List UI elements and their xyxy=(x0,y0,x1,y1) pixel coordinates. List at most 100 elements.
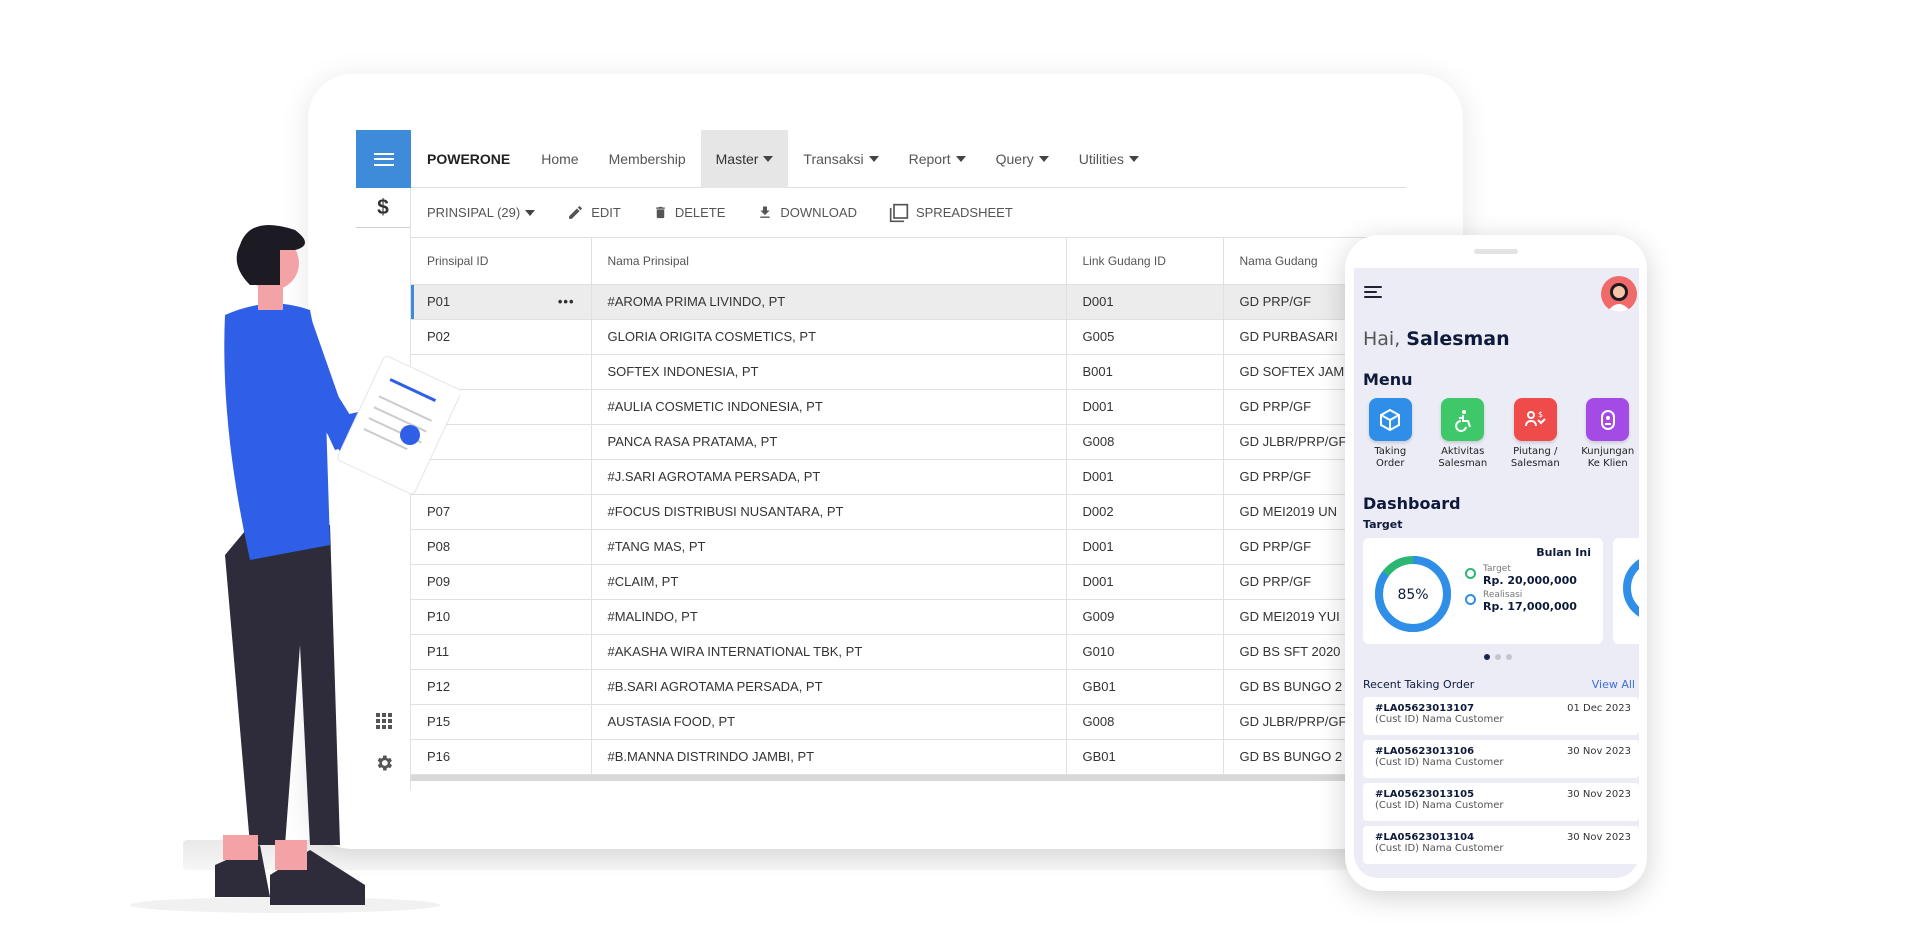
prinsipal-dropdown[interactable]: PRINSIPAL (29) xyxy=(411,205,551,220)
table-cell: AUSTASIA FOOD, PT xyxy=(591,704,1067,740)
column-header[interactable]: Link Gudang ID xyxy=(1066,238,1224,285)
table-cell: G008 xyxy=(1066,704,1224,740)
cell-text: D001 xyxy=(1082,399,1114,414)
nav-membership[interactable]: Membership xyxy=(594,130,701,188)
more-options-icon[interactable]: ••• xyxy=(558,294,575,309)
phone-menu-item[interactable]: Aktivitas Salesman xyxy=(1427,398,1500,470)
order-item[interactable]: #LA05623013107 (Cust ID) Nama Customer 01 … xyxy=(1363,697,1639,735)
dollar-icon[interactable]: $ xyxy=(356,188,410,228)
column-header[interactable]: Nama Prinsipal xyxy=(591,238,1067,285)
cell-text: AUSTASIA FOOD, PT xyxy=(607,714,736,729)
nav-label: Query xyxy=(995,150,1034,167)
nav-home[interactable]: Home xyxy=(526,130,593,188)
table-cell: PANCA RASA PRATAMA, PT xyxy=(591,424,1067,460)
order-item[interactable]: #LA05623013105 (Cust ID) Nama Customer 30 … xyxy=(1363,783,1639,821)
nav-label: Membership xyxy=(608,150,686,167)
order-item[interactable]: #LA05623013106 (Cust ID) Nama Customer 30 … xyxy=(1363,740,1639,778)
legend-realisasi-label: Realisasi xyxy=(1483,590,1523,600)
receivable-icon: $ xyxy=(1513,398,1557,441)
legend-target-label: Target xyxy=(1483,564,1511,574)
order-item[interactable]: #LA05623013104 (Cust ID) Nama Customer 30 … xyxy=(1363,826,1639,864)
nav-label: Report xyxy=(908,150,951,167)
target-card[interactable]: Bulan Ini 85% Target Rp. 20,000,000 Real… xyxy=(1363,538,1603,644)
spreadsheet-button[interactable]: SPREADSHEET xyxy=(873,203,1029,223)
cell-text: D001 xyxy=(1082,539,1114,554)
cell-text: D001 xyxy=(1082,469,1114,484)
target-ring-icon xyxy=(1465,568,1476,579)
phone-menu-item[interactable]: Kunjungan Ke Klien xyxy=(1572,398,1640,470)
nav-utilities[interactable]: Utilities xyxy=(1064,130,1154,188)
chevron-down-icon xyxy=(868,155,879,162)
order-customer: (Cust ID) Nama Customer xyxy=(1375,800,1504,811)
table-cell: #MALINDO, PT xyxy=(591,599,1067,635)
table-row[interactable]: P02 GLORIA ORIGITA COSMETICS, PT G005 GD PU… xyxy=(411,319,1406,355)
menu-icon xyxy=(373,152,394,166)
table-row[interactable]: P15 AUSTASIA FOOD, PT G008 GD JLBR/PRP/GF xyxy=(411,704,1406,740)
table-row[interactable]: #AULIA COSMETIC INDONESIA, PT D001 GD PRP/… xyxy=(411,389,1406,425)
pencil-icon xyxy=(569,206,583,219)
table-row[interactable]: P08 #TANG MAS, PT D001 GD PRP/GF xyxy=(411,529,1406,565)
table-row[interactable]: P16 #B.MANNA DISTRINDO JAMBI, PT GB01 GD BS… xyxy=(411,739,1406,775)
edit-label: EDIT xyxy=(591,205,621,220)
nav-transaksi[interactable]: Transaksi xyxy=(788,130,893,188)
table-row[interactable]: P07 #FOCUS DISTRIBUSI NUSANTARA, PT D002 GD… xyxy=(411,494,1406,530)
cell-text: GD PURBASARI xyxy=(1239,329,1338,344)
cell-text: GD PRP/GF xyxy=(1239,399,1312,414)
cell-text: GB01 xyxy=(1082,749,1116,764)
table-cell: #AROMA PRIMA LIVINDO, PT xyxy=(591,284,1067,320)
menu-button[interactable] xyxy=(356,130,411,188)
cell-text: SOFTEX INDONESIA, PT xyxy=(607,364,759,379)
nav-report[interactable]: Report xyxy=(894,130,981,188)
table-row[interactable]: P09 #CLAIM, PT D001 GD PRP/GF xyxy=(411,564,1406,600)
phone-menu-item[interactable]: Taking Order xyxy=(1354,398,1427,470)
cell-text: PANCA RASA PRATAMA, PT xyxy=(607,434,778,449)
phone-menu-item[interactable]: $ Piutang / Salesman xyxy=(1499,398,1572,470)
next-card-peek[interactable] xyxy=(1613,538,1639,644)
carousel-dots[interactable] xyxy=(1484,654,1512,660)
chevron-down-icon xyxy=(525,209,536,216)
menu-item-label: Salesman xyxy=(1438,458,1488,469)
avatar[interactable] xyxy=(1601,276,1637,312)
menu-item-label: Order xyxy=(1376,458,1405,469)
table-cell: D001 xyxy=(1066,459,1224,495)
table-cell: #FOCUS DISTRIBUSI NUSANTARA, PT xyxy=(591,494,1067,530)
cell-text: #TANG MAS, PT xyxy=(607,539,706,554)
table-row[interactable]: P11 #AKASHA WIRA INTERNATIONAL TBK, PT G01… xyxy=(411,634,1406,670)
table-row[interactable]: #J.SARI AGROTAMA PERSADA, PT D001 GD PRP/G… xyxy=(411,459,1406,495)
accessibility-icon xyxy=(1441,398,1485,441)
table-row[interactable]: P10 #MALINDO, PT G009 GD MEI2019 YUI xyxy=(411,599,1406,635)
order-date: 30 Nov 2023 xyxy=(1566,832,1631,843)
nav-query[interactable]: Query xyxy=(981,130,1064,188)
delete-button[interactable]: DELETE xyxy=(637,204,742,221)
table-cell: D001 xyxy=(1066,389,1224,425)
target-label: Target xyxy=(1363,518,1403,531)
cell-text: #AKASHA WIRA INTERNATIONAL TBK, PT xyxy=(607,644,863,659)
download-button[interactable]: DOWNLOAD xyxy=(741,204,873,221)
table-cell: G009 xyxy=(1066,599,1224,635)
brand-logo[interactable]: POWERONE xyxy=(411,151,526,167)
realisasi-ring-icon xyxy=(1465,594,1476,605)
recent-header: Recent Taking Order View All xyxy=(1363,678,1635,691)
cell-text: G005 xyxy=(1082,329,1115,344)
period-label: Bulan Ini xyxy=(1536,546,1591,559)
table-cell: B001 xyxy=(1066,354,1224,390)
table-row[interactable]: P01 ••• #AROMA PRIMA LIVINDO, PT D001 GD PRP… xyxy=(411,284,1406,320)
edit-button[interactable]: EDIT xyxy=(551,204,637,221)
table-row[interactable]: SOFTEX INDONESIA, PT B001 GD SOFTEX JAM xyxy=(411,354,1406,390)
nav-master[interactable]: Master xyxy=(700,130,789,188)
spreadsheet-label: SPREADSHEET xyxy=(915,205,1013,220)
menu-icon[interactable] xyxy=(1364,286,1382,301)
table-row[interactable]: PANCA RASA PRATAMA, PT G008 GD JLBR/PRP/GF xyxy=(411,424,1406,460)
cell-text: GLORIA ORIGITA COSMETICS, PT xyxy=(607,329,817,344)
phone-menu-row: Taking Order Aktivitas Salesman $ Piutang / Sa… xyxy=(1354,398,1639,470)
table-cell: #AKASHA WIRA INTERNATIONAL TBK, PT xyxy=(591,634,1067,670)
cell-text: #MALINDO, PT xyxy=(607,609,698,624)
order-customer: (Cust ID) Nama Customer xyxy=(1375,757,1504,768)
cell-text: #B.MANNA DISTRINDO JAMBI, PT xyxy=(607,749,815,764)
legend-target: Target Rp. 20,000,000 xyxy=(1465,564,1577,586)
horizontal-scrollbar[interactable] xyxy=(411,774,1406,781)
target-donut-chart: 85% xyxy=(1375,556,1451,632)
cell-text: GD JLBR/PRP/GF xyxy=(1239,434,1347,449)
view-all-link[interactable]: View All xyxy=(1592,678,1635,691)
table-row[interactable]: P12 #B.SARI AGROTAMA PERSADA, PT GB01 GD BS… xyxy=(411,669,1406,705)
